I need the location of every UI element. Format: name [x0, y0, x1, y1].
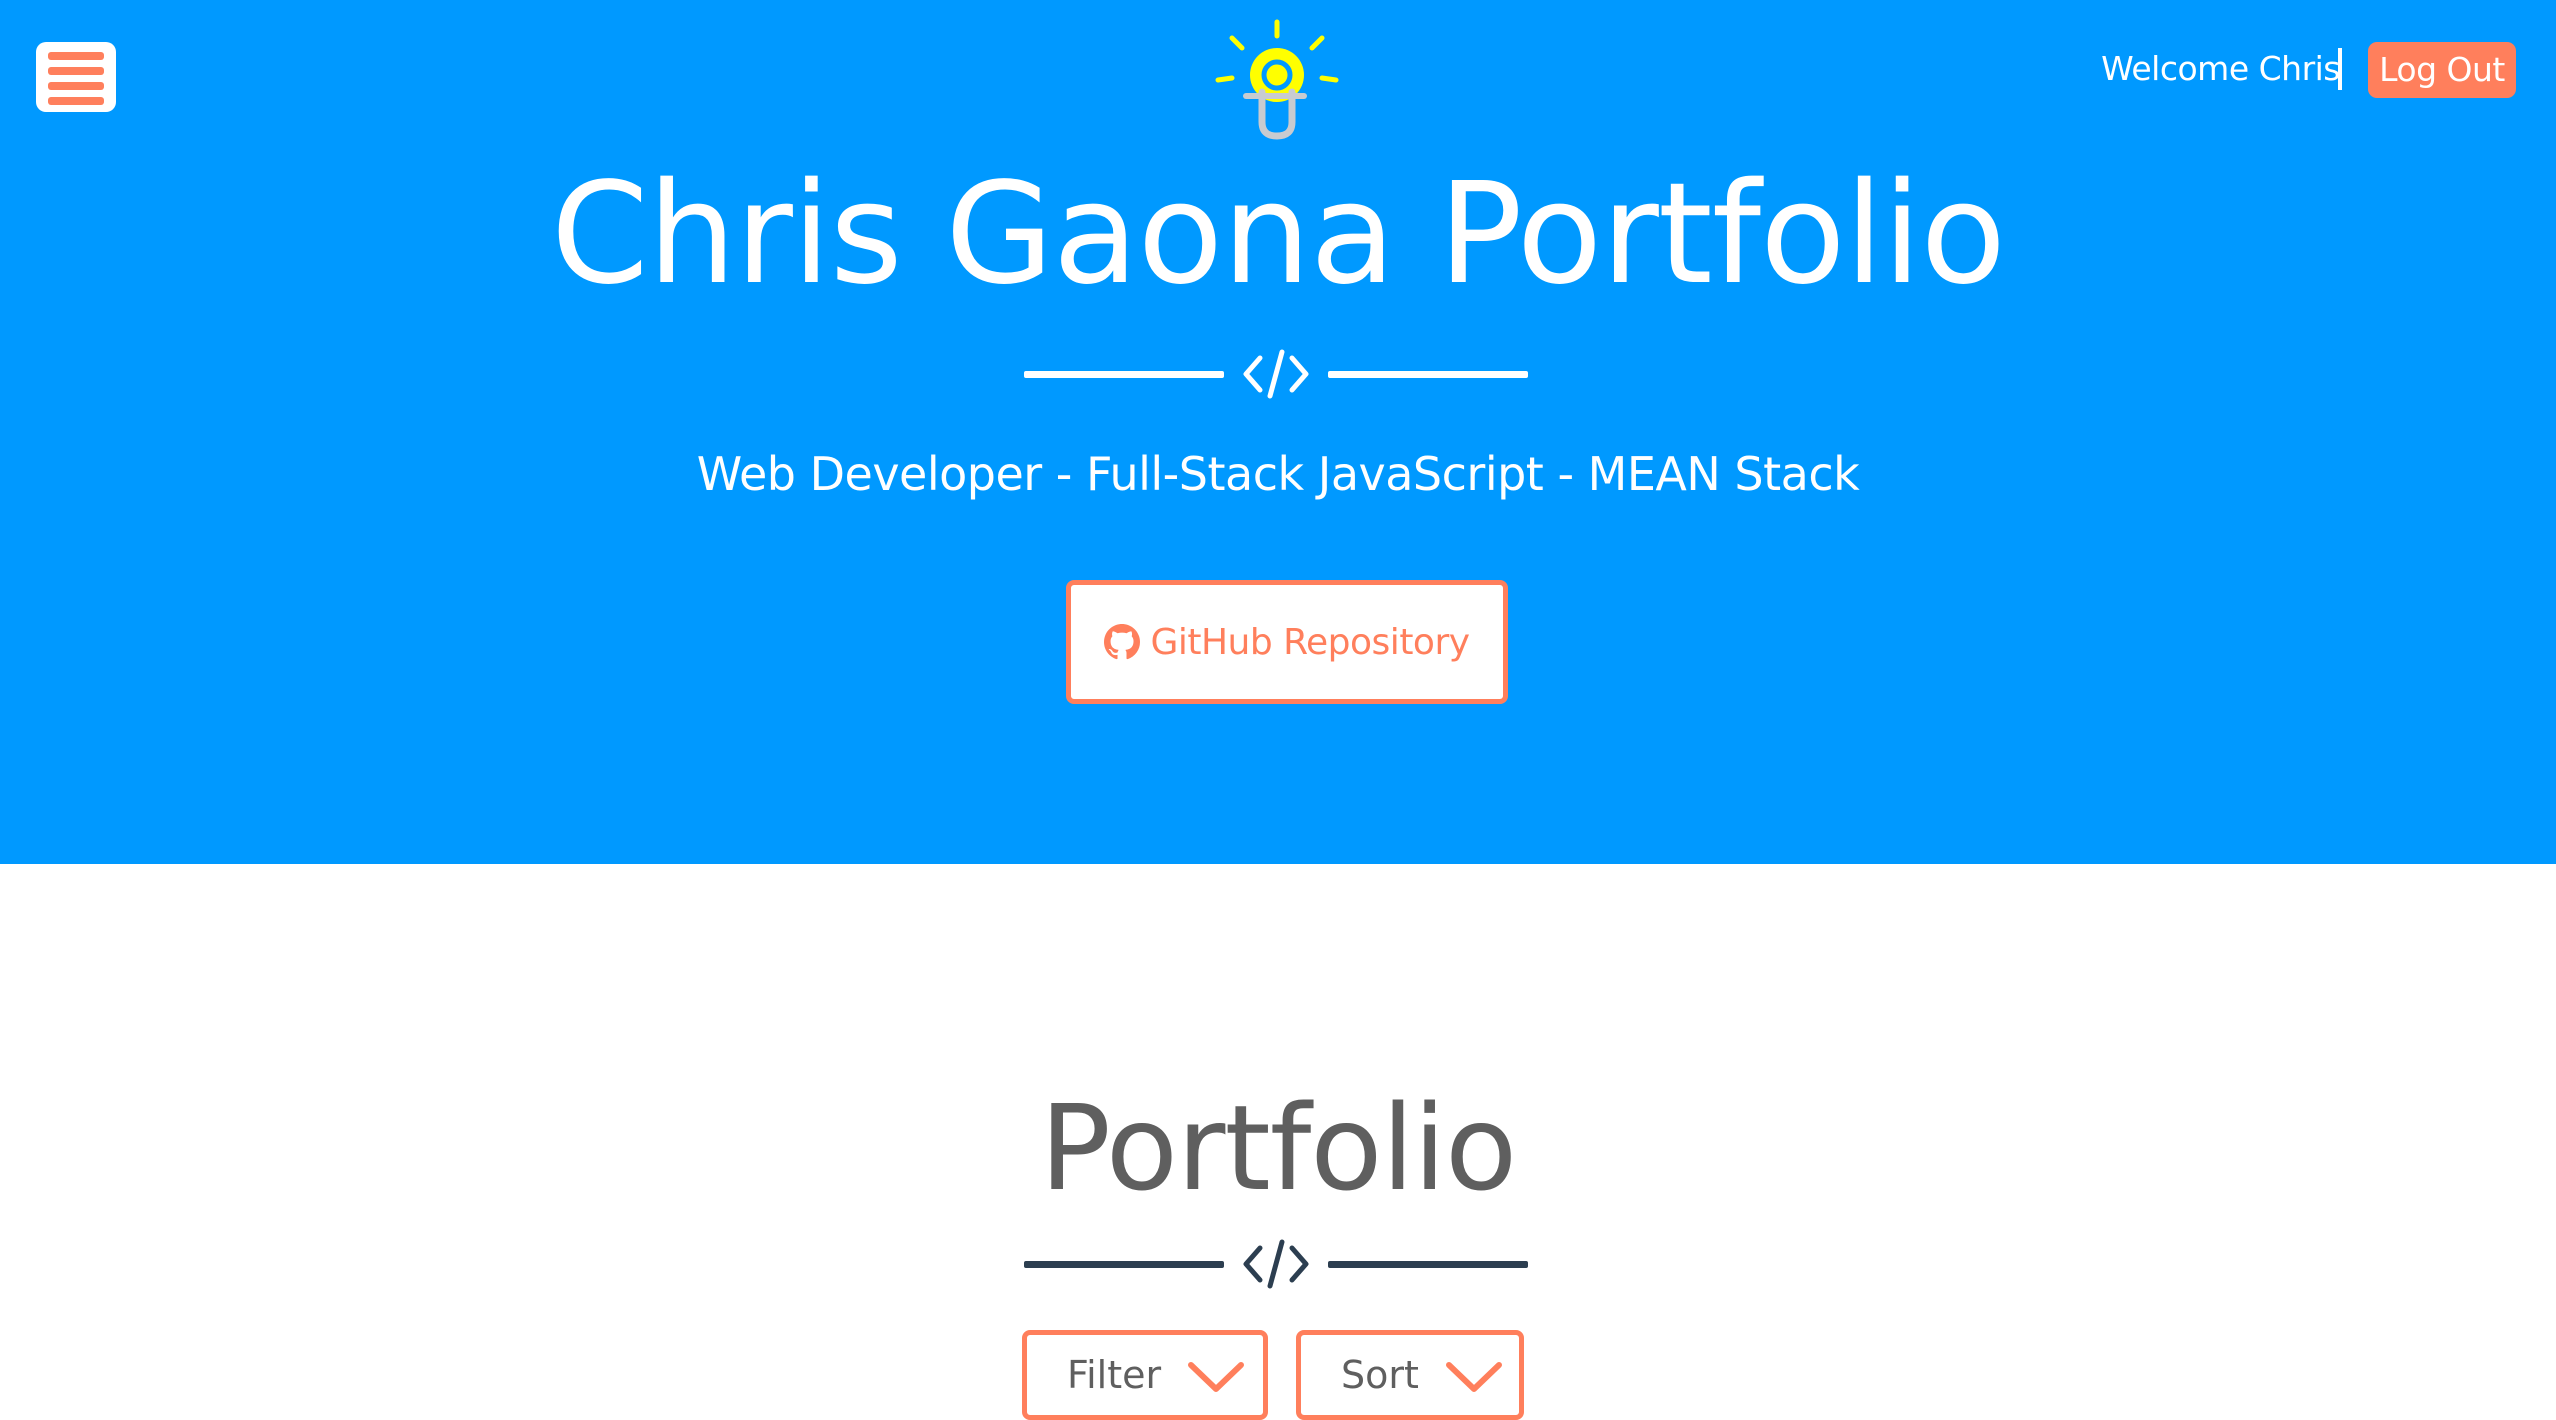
portfolio-title: Portfolio [1039, 1079, 1517, 1217]
lightbulb-icon [1215, 19, 1339, 140]
hero-section: Welcome Chris Log Out Chris Gaona Portfo… [0, 0, 2556, 864]
chevron-down-icon [1188, 1362, 1244, 1392]
filter-label: Filter [1067, 1353, 1162, 1397]
header-divider [2338, 48, 2342, 90]
logout-button[interactable]: Log Out [2368, 42, 2516, 98]
code-icon [1243, 349, 1309, 399]
portfolio-divider [1024, 1234, 1528, 1294]
github-icon [1104, 624, 1141, 660]
hero-divider [1024, 344, 1528, 404]
welcome-text: Welcome Chris [2101, 49, 2340, 88]
menu-button[interactable] [36, 42, 116, 112]
chevron-down-icon [1446, 1362, 1502, 1392]
sort-dropdown[interactable]: Sort [1296, 1330, 1524, 1420]
hero-subtitle: Web Developer - Full-Stack JavaScript - … [696, 447, 1860, 501]
page-title: Chris Gaona Portfolio [550, 153, 2006, 316]
github-button-label: GitHub Repository [1150, 621, 1470, 663]
filter-dropdown[interactable]: Filter [1022, 1330, 1268, 1420]
code-icon [1243, 1239, 1309, 1289]
sort-label: Sort [1341, 1353, 1419, 1397]
github-repository-button[interactable]: GitHub Repository [1066, 580, 1508, 704]
